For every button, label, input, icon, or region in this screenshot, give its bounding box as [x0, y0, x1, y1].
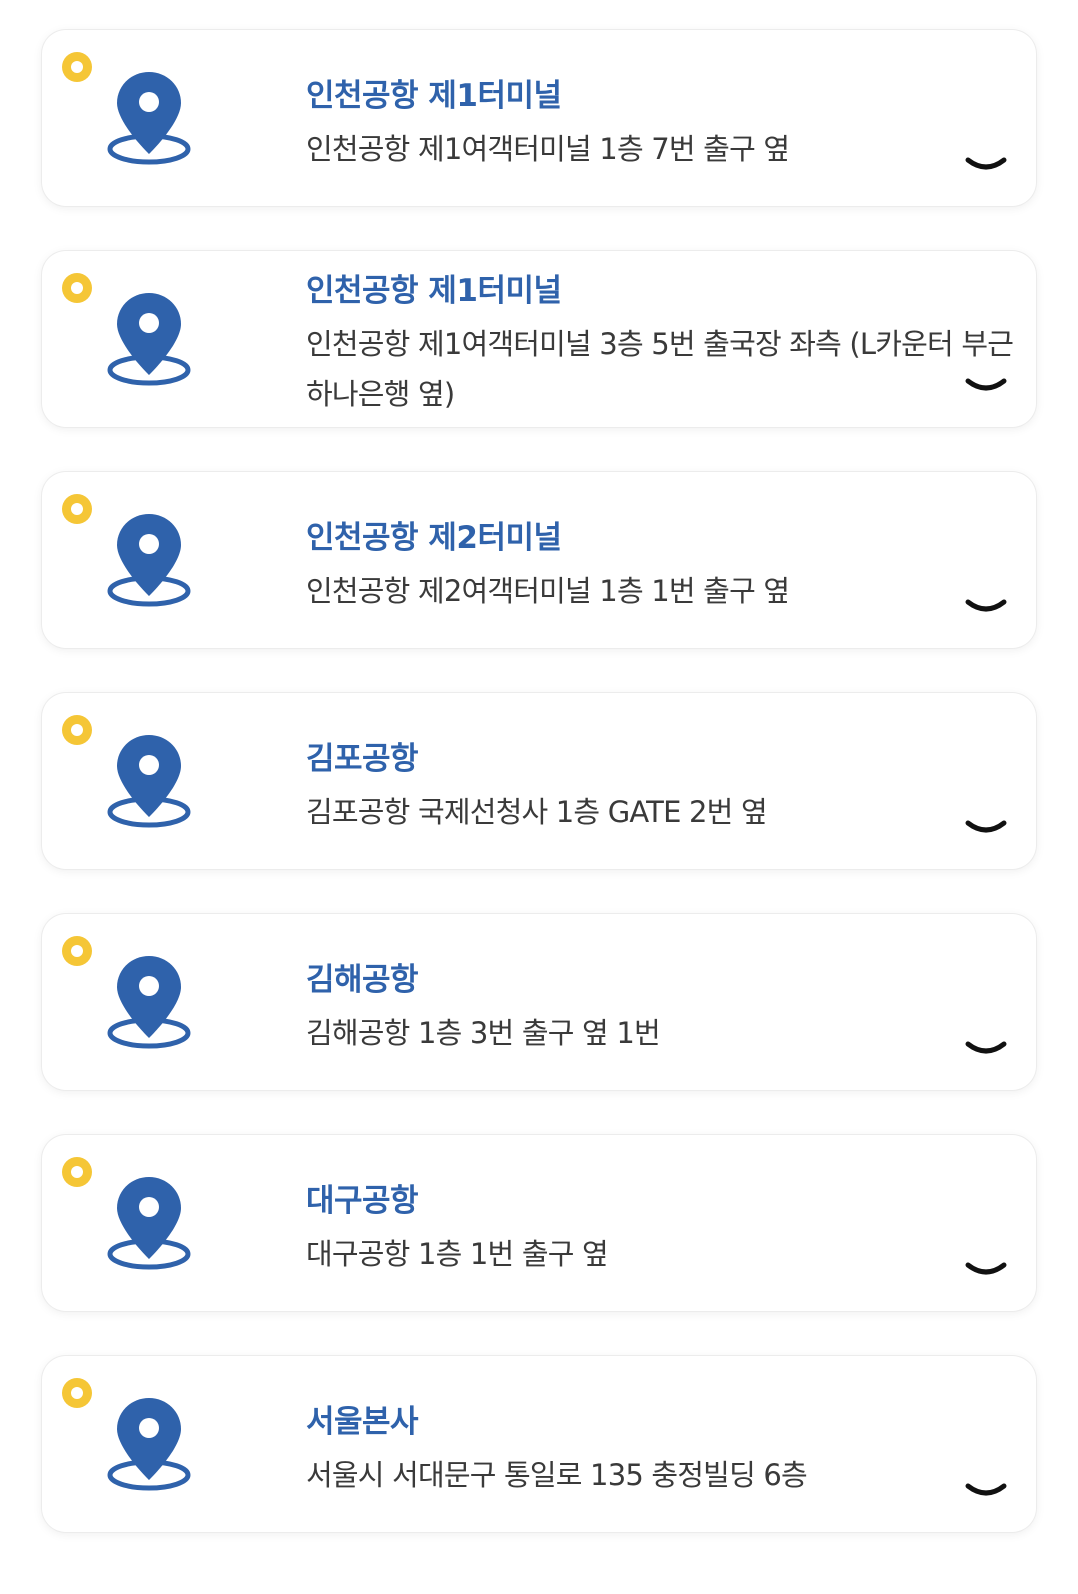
location-title: 인천공항 제1터미널	[306, 273, 562, 309]
location-title: 대구공항	[306, 1183, 419, 1219]
location-card[interactable]: 인천공항 제1터미널 인천공항 제1여객터미널 1층 7번 출구 옆	[42, 30, 1036, 206]
marker-dot	[62, 1378, 92, 1408]
chevron-down-icon[interactable]	[964, 819, 1008, 837]
location-title: 김해공항	[306, 962, 419, 998]
location-title: 인천공항 제1터미널	[306, 78, 562, 114]
chevron-down-icon[interactable]	[964, 156, 1008, 174]
location-card[interactable]: 인천공항 제1터미널 인천공항 제1여객터미널 3층 5번 출국장 좌측 (L카…	[42, 251, 1036, 427]
chevron-down-icon[interactable]	[964, 598, 1008, 616]
location-address: 대구공항 1층 1번 출구 옆	[306, 1237, 609, 1271]
location-address: 김해공항 1층 3번 출구 옆 1번	[306, 1016, 661, 1050]
chevron-down-icon[interactable]	[964, 1482, 1008, 1500]
location-address: 김포공항 국제선청사 1층 GATE 2번 옆	[306, 795, 768, 829]
map-pin-icon	[107, 514, 191, 607]
map-pin-icon	[107, 72, 191, 165]
map-pin-icon	[107, 293, 191, 386]
chevron-down-icon[interactable]	[964, 377, 1008, 395]
location-card[interactable]: 인천공항 제2터미널 인천공항 제2여객터미널 1층 1번 출구 옆	[42, 472, 1036, 648]
chevron-down-icon[interactable]	[964, 1040, 1008, 1058]
map-pin-icon	[107, 1177, 191, 1270]
location-title: 인천공항 제2터미널	[306, 520, 562, 556]
marker-dot	[62, 494, 92, 524]
marker-dot	[62, 1157, 92, 1187]
location-card[interactable]: 서울본사 서울시 서대문구 통일로 135 충정빌딩 6층	[42, 1356, 1036, 1532]
location-card[interactable]: 김해공항 김해공항 1층 3번 출구 옆 1번	[42, 914, 1036, 1090]
location-address: 인천공항 제2여객터미널 1층 1번 출구 옆	[306, 574, 790, 608]
marker-dot	[62, 936, 92, 966]
marker-dot	[62, 52, 92, 82]
map-pin-icon	[107, 735, 191, 828]
map-pin-icon	[107, 956, 191, 1049]
location-title: 서울본사	[306, 1404, 419, 1440]
location-address: 인천공항 제1여객터미널 1층 7번 출구 옆	[306, 132, 790, 166]
location-title: 김포공항	[306, 741, 419, 777]
location-card[interactable]: 김포공항 김포공항 국제선청사 1층 GATE 2번 옆	[42, 693, 1036, 869]
location-address: 서울시 서대문구 통일로 135 충정빌딩 6층	[306, 1458, 808, 1492]
marker-dot	[62, 715, 92, 745]
marker-dot	[62, 273, 92, 303]
location-card[interactable]: 대구공항 대구공항 1층 1번 출구 옆	[42, 1135, 1036, 1311]
map-pin-icon	[107, 1398, 191, 1491]
location-address: 인천공항 제1여객터미널 3층 5번 출국장 좌측 (L카운터 부근 하나은행 …	[306, 327, 1014, 411]
location-list: 인천공항 제1터미널 인천공항 제1여객터미널 1층 7번 출구 옆 인천공항 …	[0, 0, 1078, 1594]
chevron-down-icon[interactable]	[964, 1261, 1008, 1279]
